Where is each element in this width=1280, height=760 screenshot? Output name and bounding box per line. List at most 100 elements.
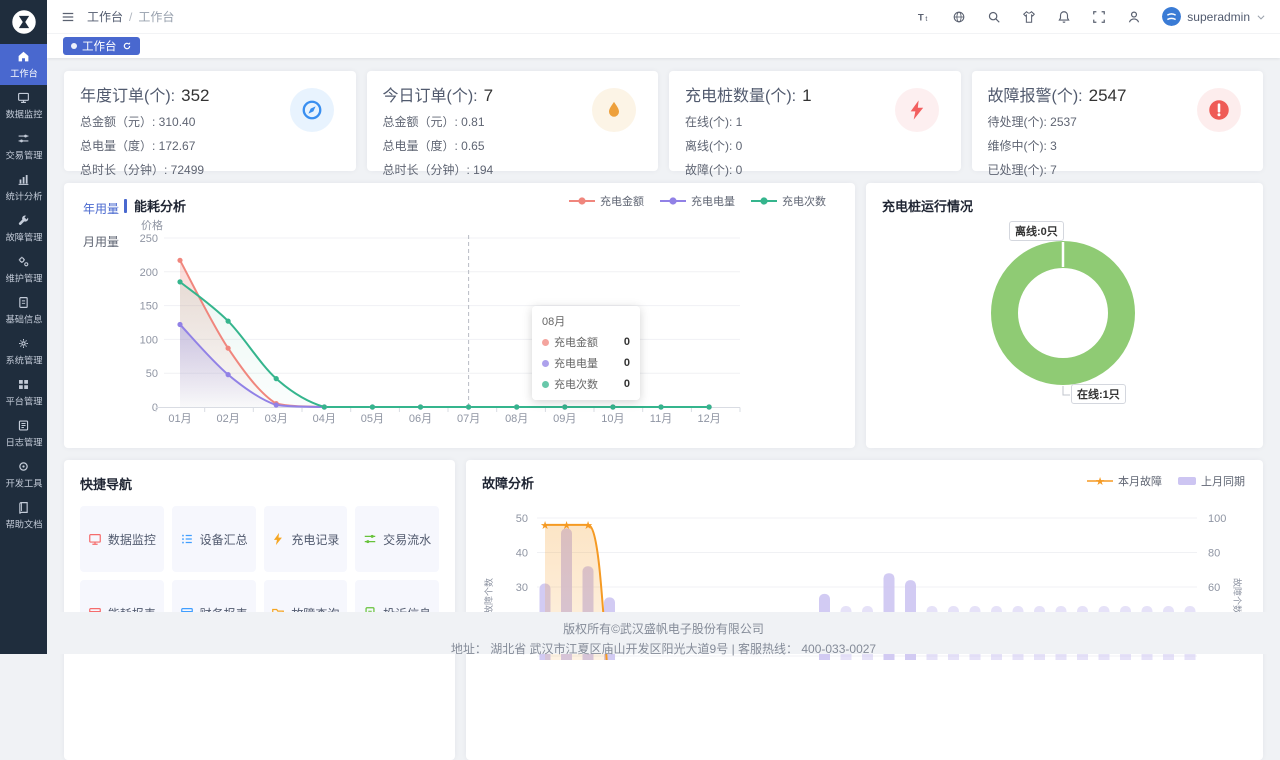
- avatar: [1162, 7, 1181, 26]
- quicknav-button-4[interactable]: 交易流水: [355, 506, 439, 572]
- exchange-icon: [17, 132, 30, 145]
- wrench-icon: [17, 214, 30, 227]
- home-icon: [17, 50, 30, 63]
- sidebar-item-6[interactable]: 维护管理: [0, 249, 47, 290]
- sidebar-item-label: 平台管理: [5, 394, 42, 408]
- card-today-orders: 今日订单(个):7 总金额（元）: 0.81 总电量（度）: 0.65 总时长（…: [367, 71, 659, 171]
- tab-year-usage[interactable]: 年用量: [83, 200, 119, 217]
- legend-item-本月故障[interactable]: ★本月故障: [1087, 473, 1162, 489]
- notification-icon[interactable]: [1057, 10, 1071, 24]
- profile-icon[interactable]: [1127, 10, 1141, 24]
- breadcrumb: 工作台 / 工作台: [87, 8, 174, 25]
- sidebar-item-label: 交易管理: [5, 148, 42, 162]
- panel-title: 能耗分析: [124, 196, 186, 215]
- search-icon[interactable]: [987, 10, 1001, 24]
- title-accent-bar: [124, 199, 127, 213]
- online-label: 在线:1只: [1071, 384, 1126, 404]
- series-dot: [542, 339, 549, 346]
- monitor-icon: [88, 532, 102, 546]
- sidebar-item-4[interactable]: 统计分析: [0, 167, 47, 208]
- font-size-icon[interactable]: Tt: [917, 10, 931, 24]
- globe-icon[interactable]: [952, 10, 966, 24]
- svg-text:200: 200: [140, 267, 158, 279]
- collapse-menu-icon[interactable]: [61, 10, 75, 24]
- fault-analysis-panel: 故障分析 ★本月故障上月同期 5040301008060故障个数故障个数★★★: [466, 460, 1263, 760]
- svg-text:06月: 06月: [409, 413, 432, 425]
- sidebar-item-1[interactable]: 工作台: [0, 44, 47, 85]
- svg-text:★: ★: [562, 520, 572, 532]
- breadcrumb-separator: /: [129, 10, 132, 24]
- svg-text:故障个数: 故障个数: [483, 578, 494, 614]
- legend-item-充电次数[interactable]: 充电次数: [751, 193, 826, 209]
- quicknav-label: 充电记录: [291, 531, 339, 548]
- sidebar-item-label: 数据监控: [5, 107, 42, 121]
- sidebar-item-8[interactable]: 系统管理: [0, 331, 47, 372]
- legend-item-充电电量[interactable]: 充电电量: [660, 193, 735, 209]
- sidebar-item-11[interactable]: 开发工具: [0, 454, 47, 495]
- sidebar: 工作台数据监控交易管理统计分析故障管理维护管理基础信息系统管理平台管理日志管理开…: [0, 0, 47, 654]
- card-title: 年度订单(个):: [80, 88, 175, 105]
- tab-workbench[interactable]: 工作台: [63, 37, 140, 55]
- sidebar-item-9[interactable]: 平台管理: [0, 372, 47, 413]
- quicknav-button-3[interactable]: 充电记录: [264, 506, 348, 572]
- card-title: 故障报警(个):: [988, 88, 1083, 105]
- svg-text:t: t: [926, 15, 928, 22]
- sidebar-item-label: 开发工具: [5, 476, 42, 490]
- quick-nav-panel: 快捷导航 数据监控设备汇总充电记录交易流水能耗报表财务报表故障查询投诉信息: [64, 460, 455, 760]
- stat-cards-row: 年度订单(个):352 总金额（元）: 310.40 总电量（度）: 172.6…: [64, 71, 1263, 171]
- app-logo[interactable]: [0, 0, 47, 44]
- svg-text:11月: 11月: [650, 413, 672, 425]
- donut-chart-canvas: [866, 183, 1262, 448]
- energy-tabs: 年用量 月用量: [83, 200, 119, 266]
- legend-item-充电金额[interactable]: 充电金额: [569, 193, 644, 209]
- sidebar-item-5[interactable]: 故障管理: [0, 208, 47, 249]
- fault-legend: ★本月故障上月同期: [1087, 473, 1245, 489]
- series-dot: [542, 381, 549, 388]
- exchange-icon: [363, 532, 377, 546]
- sidebar-item-label: 统计分析: [5, 189, 42, 203]
- copyright: 版权所有©武汉盛帆电子股份有限公司: [47, 620, 1280, 637]
- user-menu[interactable]: superadmin: [1162, 7, 1266, 26]
- sidebar-item-12[interactable]: 帮助文档: [0, 495, 47, 536]
- card-value: 1: [802, 86, 811, 105]
- sidebar-item-10[interactable]: 日志管理: [0, 413, 47, 454]
- svg-text:100: 100: [140, 334, 158, 346]
- refresh-icon[interactable]: [122, 41, 132, 51]
- card-row: 维修中(个): 3: [988, 137, 1248, 154]
- svg-text:05月: 05月: [361, 413, 384, 425]
- svg-text:08月: 08月: [505, 413, 528, 425]
- card-annual-orders: 年度订单(个):352 总金额（元）: 310.40 总电量（度）: 172.6…: [64, 71, 356, 171]
- sidebar-item-2[interactable]: 数据监控: [0, 85, 47, 126]
- address: 地址： 湖北省 武汉市江夏区庙山开发区阳光大道9号 | 客服热线： 400-03…: [47, 640, 1280, 657]
- gear-icon: [17, 337, 30, 350]
- svg-text:50: 50: [516, 513, 528, 525]
- breadcrumb-root[interactable]: 工作台: [87, 8, 123, 25]
- compass-icon: [290, 88, 334, 132]
- fullscreen-icon[interactable]: [1092, 10, 1106, 24]
- log-icon: [17, 419, 30, 432]
- offline-label: 离线:0只: [1009, 221, 1064, 241]
- svg-text:250: 250: [140, 233, 158, 245]
- card-value: 7: [484, 86, 493, 105]
- sidebar-item-3[interactable]: 交易管理: [0, 126, 47, 167]
- tooltip-row: 充电金额0: [542, 334, 630, 350]
- svg-text:04月: 04月: [313, 413, 336, 425]
- sidebar-item-label: 基础信息: [5, 312, 42, 326]
- sidebar-item-label: 维护管理: [5, 271, 42, 285]
- quicknav-label: 设备汇总: [200, 531, 248, 548]
- bolt-icon: [271, 532, 285, 546]
- breadcrumb-current: 工作台: [138, 8, 174, 25]
- sidebar-item-label: 故障管理: [5, 230, 42, 244]
- skin-icon[interactable]: [1022, 10, 1036, 24]
- tooltip-row: 充电次数0: [542, 376, 630, 392]
- bottom-row: 快捷导航 数据监控设备汇总充电记录交易流水能耗报表财务报表故障查询投诉信息 故障…: [64, 460, 1263, 760]
- legend-item-上月同期[interactable]: 上月同期: [1178, 473, 1245, 489]
- card-row: 故障(个): 0: [685, 161, 945, 178]
- quicknav-button-1[interactable]: 数据监控: [80, 506, 164, 572]
- card-row: 总电量（度）: 0.65: [383, 137, 643, 154]
- tab-month-usage[interactable]: 月用量: [83, 233, 119, 250]
- quicknav-button-2[interactable]: 设备汇总: [172, 506, 256, 572]
- gears-icon: [17, 255, 30, 268]
- svg-text:150: 150: [140, 301, 158, 313]
- sidebar-item-7[interactable]: 基础信息: [0, 290, 47, 331]
